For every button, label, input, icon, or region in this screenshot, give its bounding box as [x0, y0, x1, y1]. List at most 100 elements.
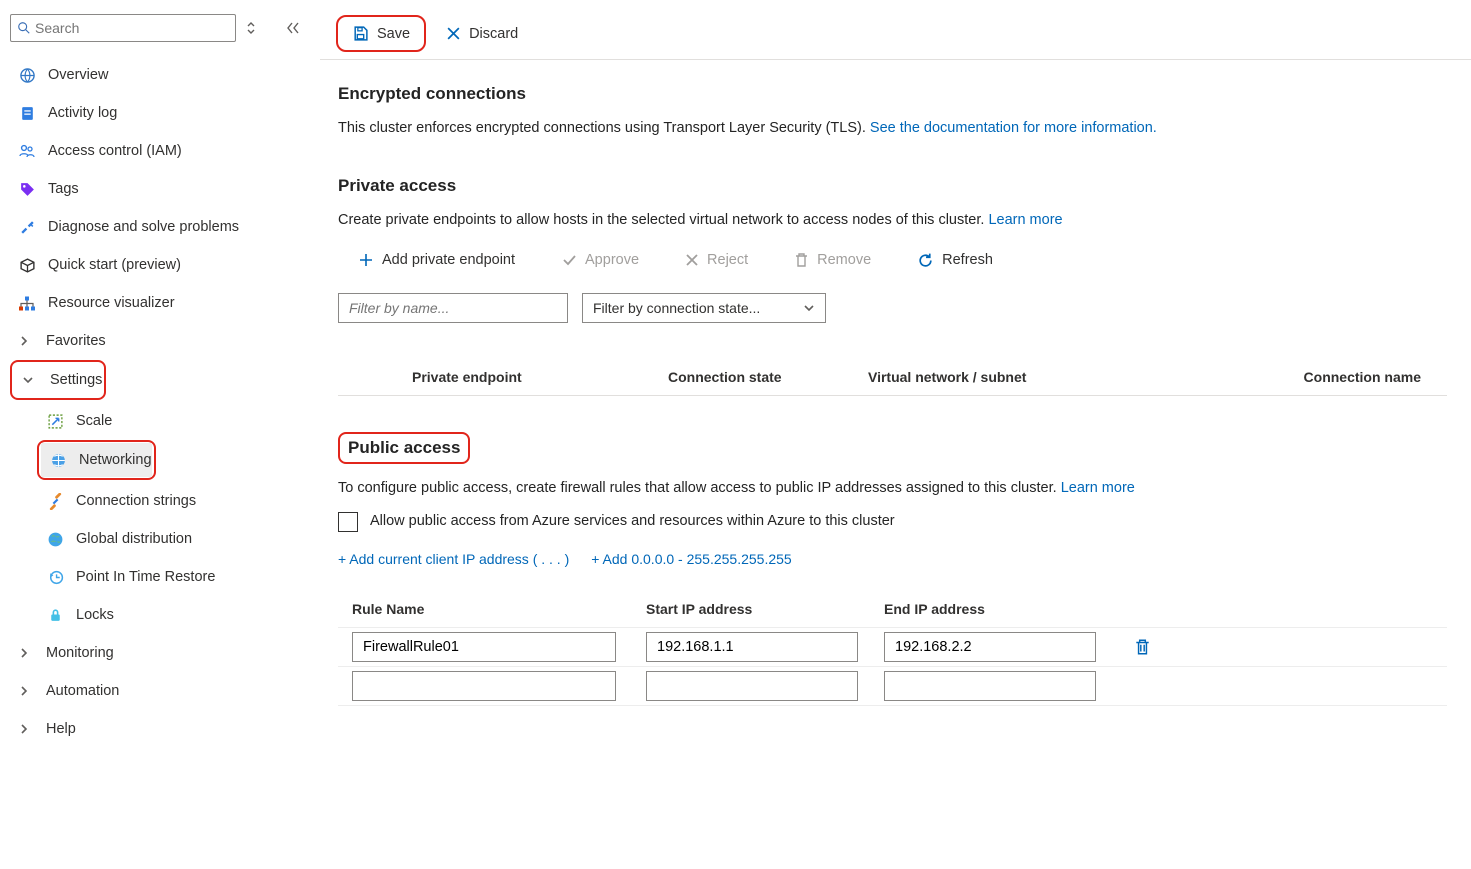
check-icon — [561, 252, 577, 268]
sidebar-item-help[interactable]: Help — [10, 710, 300, 748]
scale-icon — [46, 413, 64, 430]
label: Remove — [817, 252, 871, 268]
lock-icon — [46, 607, 64, 624]
expand-toggle-icon[interactable] — [246, 20, 256, 36]
label: Save — [377, 26, 410, 42]
label: Point In Time Restore — [76, 569, 215, 585]
people-icon — [18, 143, 36, 159]
chevron-right-icon — [18, 723, 34, 735]
refresh-button[interactable]: Refresh — [905, 246, 1005, 275]
clock-restore-icon — [46, 569, 64, 586]
label: Automation — [46, 683, 119, 699]
sidebar-item-favorites[interactable]: Favorites — [10, 322, 300, 360]
label: Help — [46, 721, 76, 737]
col-connection-name: Connection name — [1198, 369, 1447, 385]
label: Diagnose and solve problems — [48, 219, 239, 235]
main-content: Save Discard Encrypted connections This … — [320, 8, 1471, 869]
sidebar-item-monitoring[interactable]: Monitoring — [10, 634, 300, 672]
sidebar-item-global-distribution[interactable]: Global distribution — [10, 520, 300, 558]
label: Overview — [48, 67, 108, 83]
encrypted-body: This cluster enforces encrypted connecti… — [338, 118, 1447, 140]
label: Locks — [76, 607, 114, 623]
private-learn-link[interactable]: Learn more — [988, 212, 1062, 228]
label: Global distribution — [76, 531, 192, 547]
label: Approve — [585, 252, 639, 268]
sidebar-item-diagnose[interactable]: Diagnose and solve problems — [10, 208, 300, 246]
add-private-endpoint-button[interactable]: Add private endpoint — [346, 246, 527, 274]
label: Add private endpoint — [382, 252, 515, 268]
rule-name-input[interactable] — [352, 671, 616, 701]
sidebar-item-settings[interactable]: Settings — [14, 364, 102, 396]
chevron-right-icon — [18, 647, 34, 659]
label: Refresh — [942, 252, 993, 268]
sidebar-item-activity-log[interactable]: Activity log — [10, 94, 300, 132]
private-body: Create private endpoints to allow hosts … — [338, 210, 1447, 232]
sidebar-item-quickstart[interactable]: Quick start (preview) — [10, 246, 300, 284]
collapse-icon[interactable] — [266, 21, 300, 35]
filter-state-dropdown[interactable]: Filter by connection state... — [582, 293, 826, 323]
network-icon — [49, 452, 67, 469]
sidebar-item-automation[interactable]: Automation — [10, 672, 300, 710]
toolbar: Save Discard — [320, 8, 1471, 60]
chevron-down-icon — [22, 374, 38, 386]
search-box[interactable] — [10, 14, 236, 42]
firewall-row — [338, 627, 1447, 666]
add-current-ip-link[interactable]: + Add current client IP address ( . . . … — [338, 551, 569, 567]
sidebar-item-pitr[interactable]: Point In Time Restore — [10, 558, 300, 596]
start-ip-input[interactable] — [646, 632, 858, 662]
add-all-ip-link[interactable]: + Add 0.0.0.0 - 255.255.255.255 — [591, 551, 791, 567]
approve-button: Approve — [549, 246, 651, 274]
globe-color-icon — [46, 531, 64, 548]
col-rule-name: Rule Name — [352, 601, 646, 617]
label: Resource visualizer — [48, 295, 175, 311]
search-input[interactable] — [31, 20, 229, 36]
delete-rule-icon[interactable] — [1134, 638, 1151, 656]
encrypted-doc-link[interactable]: See the documentation for more informati… — [870, 120, 1157, 136]
public-body: To configure public access, create firew… — [338, 478, 1447, 500]
sidebar-item-locks[interactable]: Locks — [10, 596, 300, 634]
start-ip-input[interactable] — [646, 671, 858, 701]
col-end-ip: End IP address — [884, 601, 1122, 617]
end-ip-input[interactable] — [884, 671, 1096, 701]
col-vnet-subnet: Virtual network / subnet — [868, 369, 1198, 385]
label: Reject — [707, 252, 748, 268]
private-title: Private access — [338, 176, 1447, 196]
sidebar-item-networking[interactable]: Networking — [41, 443, 152, 477]
sidebar-item-iam[interactable]: Access control (IAM) — [10, 132, 300, 170]
sidebar-item-connection-strings[interactable]: Connection strings — [10, 482, 300, 520]
sidebar-item-tags[interactable]: Tags — [10, 170, 300, 208]
allow-azure-checkbox[interactable] — [338, 512, 358, 532]
label: Activity log — [48, 105, 117, 121]
allow-azure-label: Allow public access from Azure services … — [370, 511, 895, 533]
label: Settings — [50, 372, 102, 388]
tools-icon — [18, 219, 36, 236]
col-connection-state: Connection state — [668, 369, 868, 385]
refresh-icon — [917, 252, 934, 269]
discard-button[interactable]: Discard — [434, 20, 530, 48]
x-icon — [685, 253, 699, 267]
cube-icon — [18, 257, 36, 274]
firewall-table-header: Rule Name Start IP address End IP addres… — [338, 593, 1447, 627]
save-button[interactable]: Save — [340, 19, 422, 48]
reject-button: Reject — [673, 246, 760, 274]
col-private-endpoint: Private endpoint — [338, 369, 668, 385]
public-title: Public access — [348, 438, 460, 457]
end-ip-input[interactable] — [884, 632, 1096, 662]
link-icon — [46, 493, 64, 510]
hierarchy-icon — [18, 295, 36, 312]
chevron-right-icon — [18, 335, 34, 347]
rule-name-input[interactable] — [352, 632, 616, 662]
sidebar-item-scale[interactable]: Scale — [10, 402, 300, 440]
sidebar-item-resource-viz[interactable]: Resource visualizer — [10, 284, 300, 322]
filter-name-input[interactable] — [338, 293, 568, 323]
chevron-down-icon — [803, 302, 815, 314]
label: Favorites — [46, 333, 106, 349]
label: Connection strings — [76, 493, 196, 509]
log-icon — [18, 105, 36, 122]
label: Networking — [79, 452, 152, 468]
label: Tags — [48, 181, 79, 197]
public-learn-link[interactable]: Learn more — [1061, 480, 1135, 496]
firewall-row — [338, 666, 1447, 706]
sidebar-item-overview[interactable]: Overview — [10, 56, 300, 94]
save-icon — [352, 25, 369, 42]
